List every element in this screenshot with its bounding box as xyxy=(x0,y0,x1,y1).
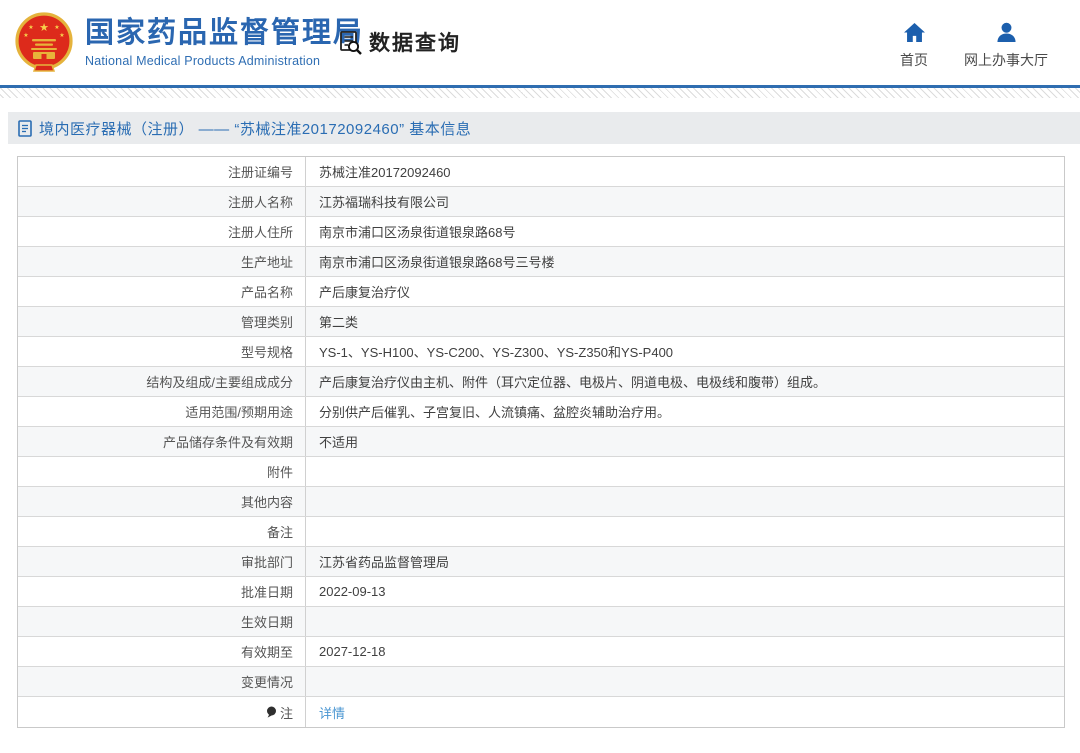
row-value: 不适用 xyxy=(319,435,359,450)
row-label: 产品名称 xyxy=(18,277,306,306)
row-value: 江苏福瑞科技有限公司 xyxy=(319,195,450,210)
table-row: 注册证编号 苏械注准20172092460 xyxy=(18,157,1064,187)
table-row: 结构及组成/主要组成成分 产后康复治疗仪由主机、附件（耳穴定位器、电极片、阴道电… xyxy=(18,367,1064,397)
data-query-title[interactable]: 数据查询 xyxy=(337,27,461,57)
table-row: 批准日期 2022-09-13 xyxy=(18,577,1064,607)
svg-text:★: ★ xyxy=(39,22,49,34)
row-value xyxy=(306,607,1064,636)
nav-home-label: 首页 xyxy=(900,52,928,68)
row-value: 产后康复治疗仪由主机、附件（耳穴定位器、电极片、阴道电极、电极线和腹带）组成。 xyxy=(319,375,827,390)
row-label: 注册证编号 xyxy=(18,157,306,186)
table-row: 其他内容 xyxy=(18,487,1064,517)
row-label: 注册人名称 xyxy=(18,187,306,216)
row-value: 2022-09-13 xyxy=(319,584,386,599)
row-label: 有效期至 xyxy=(18,637,306,666)
home-icon xyxy=(903,22,925,43)
detail-link[interactable]: 详情 xyxy=(319,703,345,722)
org-name-en: National Medical Products Administration xyxy=(85,53,321,68)
row-label: 产品储存条件及有效期 xyxy=(18,427,306,456)
table-row: 产品储存条件及有效期 不适用 xyxy=(18,427,1064,457)
row-label: 适用范围/预期用途 xyxy=(18,397,306,426)
row-label: 其他内容 xyxy=(18,487,306,516)
page-title: 境内医疗器械（注册） —— “苏械注准20172092460” 基本信息 xyxy=(39,120,472,138)
top-nav: 首页 网上办事大厅 xyxy=(900,22,1048,70)
row-value: 2027-12-18 xyxy=(319,644,386,659)
table-row: 生产地址 南京市浦口区汤泉街道银泉路68号三号楼 xyxy=(18,247,1064,277)
row-label: 审批部门 xyxy=(18,547,306,576)
row-label: 附件 xyxy=(18,457,306,486)
table-row: 注册人名称 江苏福瑞科技有限公司 xyxy=(18,187,1064,217)
note-bullet-icon xyxy=(266,706,276,718)
row-label: 型号规格 xyxy=(18,337,306,366)
row-label: 备注 xyxy=(18,517,306,546)
row-value: 南京市浦口区汤泉街道银泉路68号三号楼 xyxy=(319,255,555,270)
page-title-bar: 境内医疗器械（注册） —— “苏械注准20172092460” 基本信息 xyxy=(8,112,1080,144)
table-row: 备注 xyxy=(18,517,1064,547)
row-value: 南京市浦口区汤泉街道银泉路68号 xyxy=(319,225,516,240)
row-value: 产后康复治疗仪 xyxy=(319,285,411,300)
svg-text:★: ★ xyxy=(28,24,33,31)
row-label: 结构及组成/主要组成成分 xyxy=(18,367,306,396)
table-row: 产品名称 产后康复治疗仪 xyxy=(18,277,1064,307)
row-value: YS-1、YS-H100、YS-C200、YS-Z300、YS-Z350和YS-… xyxy=(319,345,674,360)
row-value: 详情 xyxy=(306,697,1064,727)
row-label: 生产地址 xyxy=(18,247,306,276)
table-row: 附件 xyxy=(18,457,1064,487)
row-label: 注册人住所 xyxy=(18,217,306,246)
row-label: 管理类别 xyxy=(18,307,306,336)
row-label: 批准日期 xyxy=(18,577,306,606)
nmpa-logo-block[interactable]: ★ ★ ★ ★ ★ 国家药品监督管理局 National Medical Pro… xyxy=(14,12,364,74)
row-value xyxy=(306,487,1064,516)
row-value: 苏械注准20172092460 xyxy=(319,165,451,180)
nav-online-hall-label: 网上办事大厅 xyxy=(964,52,1048,68)
row-value xyxy=(306,667,1064,696)
table-row: 适用范围/预期用途 分别供产后催乳、子宫复旧、人流镇痛、盆腔炎辅助治疗用。 xyxy=(18,397,1064,427)
row-value xyxy=(306,457,1064,486)
svg-text:★: ★ xyxy=(23,32,28,39)
row-value: 第二类 xyxy=(319,315,359,330)
table-row: 管理类别 第二类 xyxy=(18,307,1064,337)
hatch-stripe-band xyxy=(0,88,1080,98)
svg-text:★: ★ xyxy=(54,24,59,31)
document-search-icon xyxy=(340,30,362,55)
data-query-label: 数据查询 xyxy=(369,32,461,55)
table-row: 有效期至 2027-12-18 xyxy=(18,637,1064,667)
nav-home[interactable]: 首页 xyxy=(900,22,928,70)
row-label: 变更情况 xyxy=(18,667,306,696)
document-icon xyxy=(18,119,32,137)
table-row: 注册人住所 南京市浦口区汤泉街道银泉路68号 xyxy=(18,217,1064,247)
row-label: 注 xyxy=(18,697,306,727)
note-label: 注 xyxy=(279,705,293,721)
nav-online-hall[interactable]: 网上办事大厅 xyxy=(964,22,1048,70)
table-row: 型号规格 YS-1、YS-H100、YS-C200、YS-Z300、YS-Z35… xyxy=(18,337,1064,367)
table-row: 生效日期 xyxy=(18,607,1064,637)
national-emblem-icon: ★ ★ ★ ★ ★ xyxy=(15,12,73,72)
row-label: 生效日期 xyxy=(18,607,306,636)
registration-info-table: 注册证编号 苏械注准20172092460 注册人名称 江苏福瑞科技有限公司 注… xyxy=(17,156,1065,728)
svg-text:★: ★ xyxy=(59,32,64,39)
site-header: ★ ★ ★ ★ ★ 国家药品监督管理局 National Medical Pro… xyxy=(0,0,1080,85)
org-titles: 国家药品监督管理局 National Medical Products Admi… xyxy=(85,17,365,68)
table-row: 审批部门 江苏省药品监督管理局 xyxy=(18,547,1064,577)
person-icon xyxy=(996,22,1016,43)
row-value: 江苏省药品监督管理局 xyxy=(319,555,450,570)
row-value: 分别供产后催乳、子宫复旧、人流镇痛、盆腔炎辅助治疗用。 xyxy=(319,405,671,420)
org-name-cn: 国家药品监督管理局 xyxy=(85,17,365,50)
table-row: 变更情况 xyxy=(18,667,1064,697)
table-row-note: 注 详情 xyxy=(18,697,1064,727)
row-value xyxy=(306,517,1064,546)
